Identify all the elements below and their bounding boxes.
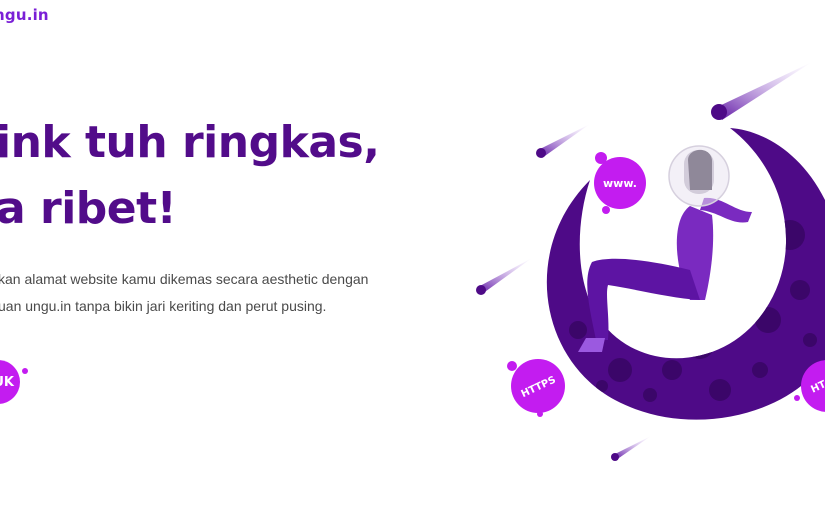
hero-description: kan alamat website kamu dikemas secara a… xyxy=(0,266,368,320)
description-line-2: uan ungu.in tanpa bikin jari keriting da… xyxy=(0,298,327,314)
meteor-top-right xyxy=(711,62,812,120)
headline-line-2: a ribet! xyxy=(0,183,177,234)
meteor-left xyxy=(476,258,532,295)
meteor-bottom xyxy=(611,436,651,461)
description-line-1: kan alamat website kamu dikemas secara a… xyxy=(0,271,369,287)
brand-logo[interactable]: ngu.in xyxy=(0,6,49,24)
decorative-dot xyxy=(22,368,28,374)
www-bubble: www. xyxy=(594,152,646,214)
meteor-mid xyxy=(536,124,590,158)
headline-line-1: ink tuh ringkas, xyxy=(0,117,380,168)
hero-illustration: www. HTTPS HT xyxy=(476,62,825,461)
https-bubble: HTTPS xyxy=(507,359,565,417)
svg-text:www.: www. xyxy=(603,177,637,190)
hero-headline: ink tuh ringkas, a ribet! xyxy=(0,110,380,242)
cta-button[interactable]: UK xyxy=(0,360,20,404)
